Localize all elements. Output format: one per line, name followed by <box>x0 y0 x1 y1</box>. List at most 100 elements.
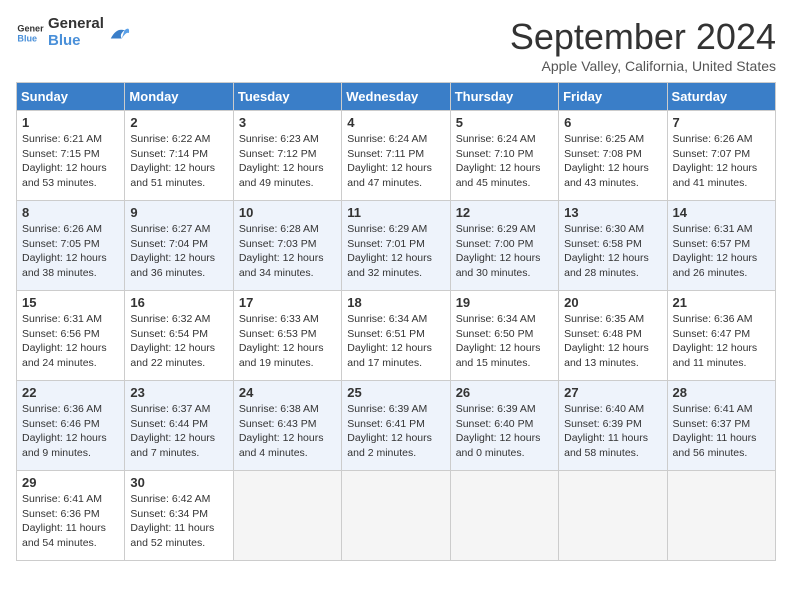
calendar-day-cell: 28 Sunrise: 6:41 AM Sunset: 6:37 PM Dayli… <box>667 381 775 471</box>
day-info: Sunrise: 6:34 AM Sunset: 6:51 PM Dayligh… <box>347 312 444 371</box>
calendar-day-cell: 1 Sunrise: 6:21 AM Sunset: 7:15 PM Daylig… <box>17 111 125 201</box>
calendar-day-cell: 5 Sunrise: 6:24 AM Sunset: 7:10 PM Daylig… <box>450 111 558 201</box>
day-number: 4 <box>347 115 444 130</box>
day-number: 8 <box>22 205 119 220</box>
calendar-day-header: Saturday <box>667 83 775 111</box>
month-title: September 2024 <box>510 16 776 58</box>
day-info: Sunrise: 6:31 AM Sunset: 6:57 PM Dayligh… <box>673 222 770 281</box>
calendar-day-cell: 25 Sunrise: 6:39 AM Sunset: 6:41 PM Dayli… <box>342 381 450 471</box>
day-info: Sunrise: 6:29 AM Sunset: 7:01 PM Dayligh… <box>347 222 444 281</box>
day-number: 19 <box>456 295 553 310</box>
day-info: Sunrise: 6:33 AM Sunset: 6:53 PM Dayligh… <box>239 312 336 371</box>
calendar-day-cell: 30 Sunrise: 6:42 AM Sunset: 6:34 PM Dayli… <box>125 471 233 561</box>
day-info: Sunrise: 6:41 AM Sunset: 6:37 PM Dayligh… <box>673 402 770 461</box>
calendar-day-cell <box>559 471 667 561</box>
day-number: 23 <box>130 385 227 400</box>
calendar-week-row: 15Sunrise: 6:31 AM Sunset: 6:56 PM Dayli… <box>17 291 776 381</box>
day-info: Sunrise: 6:39 AM Sunset: 6:40 PM Dayligh… <box>456 402 553 461</box>
day-number: 9 <box>130 205 227 220</box>
location-subtitle: Apple Valley, California, United States <box>510 58 776 74</box>
day-number: 28 <box>673 385 770 400</box>
day-info: Sunrise: 6:36 AM Sunset: 6:47 PM Dayligh… <box>673 312 770 371</box>
day-info: Sunrise: 6:27 AM Sunset: 7:04 PM Dayligh… <box>130 222 227 281</box>
calendar-day-cell: 4 Sunrise: 6:24 AM Sunset: 7:11 PM Daylig… <box>342 111 450 201</box>
calendar-day-cell: 26 Sunrise: 6:39 AM Sunset: 6:40 PM Dayli… <box>450 381 558 471</box>
day-number: 12 <box>456 205 553 220</box>
day-info: Sunrise: 6:23 AM Sunset: 7:12 PM Dayligh… <box>239 132 336 191</box>
day-number: 1 <box>22 115 119 130</box>
calendar-day-cell: 8 Sunrise: 6:26 AM Sunset: 7:05 PM Daylig… <box>17 201 125 291</box>
day-info: Sunrise: 6:24 AM Sunset: 7:11 PM Dayligh… <box>347 132 444 191</box>
day-info: Sunrise: 6:28 AM Sunset: 7:03 PM Dayligh… <box>239 222 336 281</box>
day-info: Sunrise: 6:41 AM Sunset: 6:36 PM Dayligh… <box>22 492 119 551</box>
calendar-day-cell: 23Sunrise: 6:37 AM Sunset: 6:44 PM Dayli… <box>125 381 233 471</box>
calendar-day-cell: 3Sunrise: 6:23 AM Sunset: 7:12 PM Daylig… <box>233 111 341 201</box>
day-number: 25 <box>347 385 444 400</box>
day-number: 26 <box>456 385 553 400</box>
calendar-day-cell: 14Sunrise: 6:31 AM Sunset: 6:57 PM Dayli… <box>667 201 775 291</box>
day-info: Sunrise: 6:35 AM Sunset: 6:48 PM Dayligh… <box>564 312 661 371</box>
calendar-day-header: Sunday <box>17 83 125 111</box>
calendar-day-cell <box>450 471 558 561</box>
calendar-day-header: Wednesday <box>342 83 450 111</box>
calendar-day-cell: 27Sunrise: 6:40 AM Sunset: 6:39 PM Dayli… <box>559 381 667 471</box>
day-info: Sunrise: 6:34 AM Sunset: 6:50 PM Dayligh… <box>456 312 553 371</box>
calendar-day-cell: 22 Sunrise: 6:36 AM Sunset: 6:46 PM Dayli… <box>17 381 125 471</box>
day-info: Sunrise: 6:26 AM Sunset: 7:05 PM Dayligh… <box>22 222 119 281</box>
calendar-day-cell: 11 Sunrise: 6:29 AM Sunset: 7:01 PM Dayli… <box>342 201 450 291</box>
calendar-day-cell: 7Sunrise: 6:26 AM Sunset: 7:07 PM Daylig… <box>667 111 775 201</box>
day-number: 6 <box>564 115 661 130</box>
day-info: Sunrise: 6:25 AM Sunset: 7:08 PM Dayligh… <box>564 132 661 191</box>
day-info: Sunrise: 6:40 AM Sunset: 6:39 PM Dayligh… <box>564 402 661 461</box>
day-number: 22 <box>22 385 119 400</box>
day-info: Sunrise: 6:36 AM Sunset: 6:46 PM Dayligh… <box>22 402 119 461</box>
day-info: Sunrise: 6:42 AM Sunset: 6:34 PM Dayligh… <box>130 492 227 551</box>
day-number: 5 <box>456 115 553 130</box>
calendar-day-cell: 12 Sunrise: 6:29 AM Sunset: 7:00 PM Dayli… <box>450 201 558 291</box>
logo-bird-icon <box>108 22 130 44</box>
day-info: Sunrise: 6:30 AM Sunset: 6:58 PM Dayligh… <box>564 222 661 281</box>
calendar-day-header: Tuesday <box>233 83 341 111</box>
calendar-day-cell: 10 Sunrise: 6:28 AM Sunset: 7:03 PM Dayli… <box>233 201 341 291</box>
svg-text:Blue: Blue <box>17 33 37 43</box>
day-info: Sunrise: 6:22 AM Sunset: 7:14 PM Dayligh… <box>130 132 227 191</box>
calendar-day-cell: 16Sunrise: 6:32 AM Sunset: 6:54 PM Dayli… <box>125 291 233 381</box>
calendar-week-row: 1 Sunrise: 6:21 AM Sunset: 7:15 PM Daylig… <box>17 111 776 201</box>
day-number: 15 <box>22 295 119 310</box>
day-info: Sunrise: 6:24 AM Sunset: 7:10 PM Dayligh… <box>456 132 553 191</box>
calendar-week-row: 8 Sunrise: 6:26 AM Sunset: 7:05 PM Daylig… <box>17 201 776 291</box>
calendar-day-cell <box>342 471 450 561</box>
logo-line2: Blue <box>48 33 104 50</box>
day-number: 16 <box>130 295 227 310</box>
day-info: Sunrise: 6:21 AM Sunset: 7:15 PM Dayligh… <box>22 132 119 191</box>
day-number: 30 <box>130 475 227 490</box>
calendar-day-cell: 18 Sunrise: 6:34 AM Sunset: 6:51 PM Dayli… <box>342 291 450 381</box>
calendar-week-row: 29Sunrise: 6:41 AM Sunset: 6:36 PM Dayli… <box>17 471 776 561</box>
calendar-day-cell: 15Sunrise: 6:31 AM Sunset: 6:56 PM Dayli… <box>17 291 125 381</box>
logo: General Blue General Blue <box>16 16 130 49</box>
title-block: September 2024 Apple Valley, California,… <box>510 16 776 74</box>
calendar-day-cell: 24 Sunrise: 6:38 AM Sunset: 6:43 PM Dayli… <box>233 381 341 471</box>
day-number: 11 <box>347 205 444 220</box>
calendar-day-cell <box>667 471 775 561</box>
day-number: 10 <box>239 205 336 220</box>
calendar-day-cell: 9 Sunrise: 6:27 AM Sunset: 7:04 PM Daylig… <box>125 201 233 291</box>
day-info: Sunrise: 6:39 AM Sunset: 6:41 PM Dayligh… <box>347 402 444 461</box>
calendar-day-header: Monday <box>125 83 233 111</box>
day-number: 7 <box>673 115 770 130</box>
calendar-table: SundayMondayTuesdayWednesdayThursdayFrid… <box>16 82 776 561</box>
calendar-day-header: Thursday <box>450 83 558 111</box>
calendar-week-row: 22 Sunrise: 6:36 AM Sunset: 6:46 PM Dayli… <box>17 381 776 471</box>
day-info: Sunrise: 6:38 AM Sunset: 6:43 PM Dayligh… <box>239 402 336 461</box>
day-number: 24 <box>239 385 336 400</box>
day-number: 2 <box>130 115 227 130</box>
day-number: 20 <box>564 295 661 310</box>
logo-line1: General <box>48 16 104 33</box>
calendar-day-cell: 17Sunrise: 6:33 AM Sunset: 6:53 PM Dayli… <box>233 291 341 381</box>
calendar-day-cell: 21Sunrise: 6:36 AM Sunset: 6:47 PM Dayli… <box>667 291 775 381</box>
day-number: 13 <box>564 205 661 220</box>
day-number: 18 <box>347 295 444 310</box>
calendar-day-cell: 29Sunrise: 6:41 AM Sunset: 6:36 PM Dayli… <box>17 471 125 561</box>
calendar-day-cell: 19 Sunrise: 6:34 AM Sunset: 6:50 PM Dayli… <box>450 291 558 381</box>
day-info: Sunrise: 6:29 AM Sunset: 7:00 PM Dayligh… <box>456 222 553 281</box>
